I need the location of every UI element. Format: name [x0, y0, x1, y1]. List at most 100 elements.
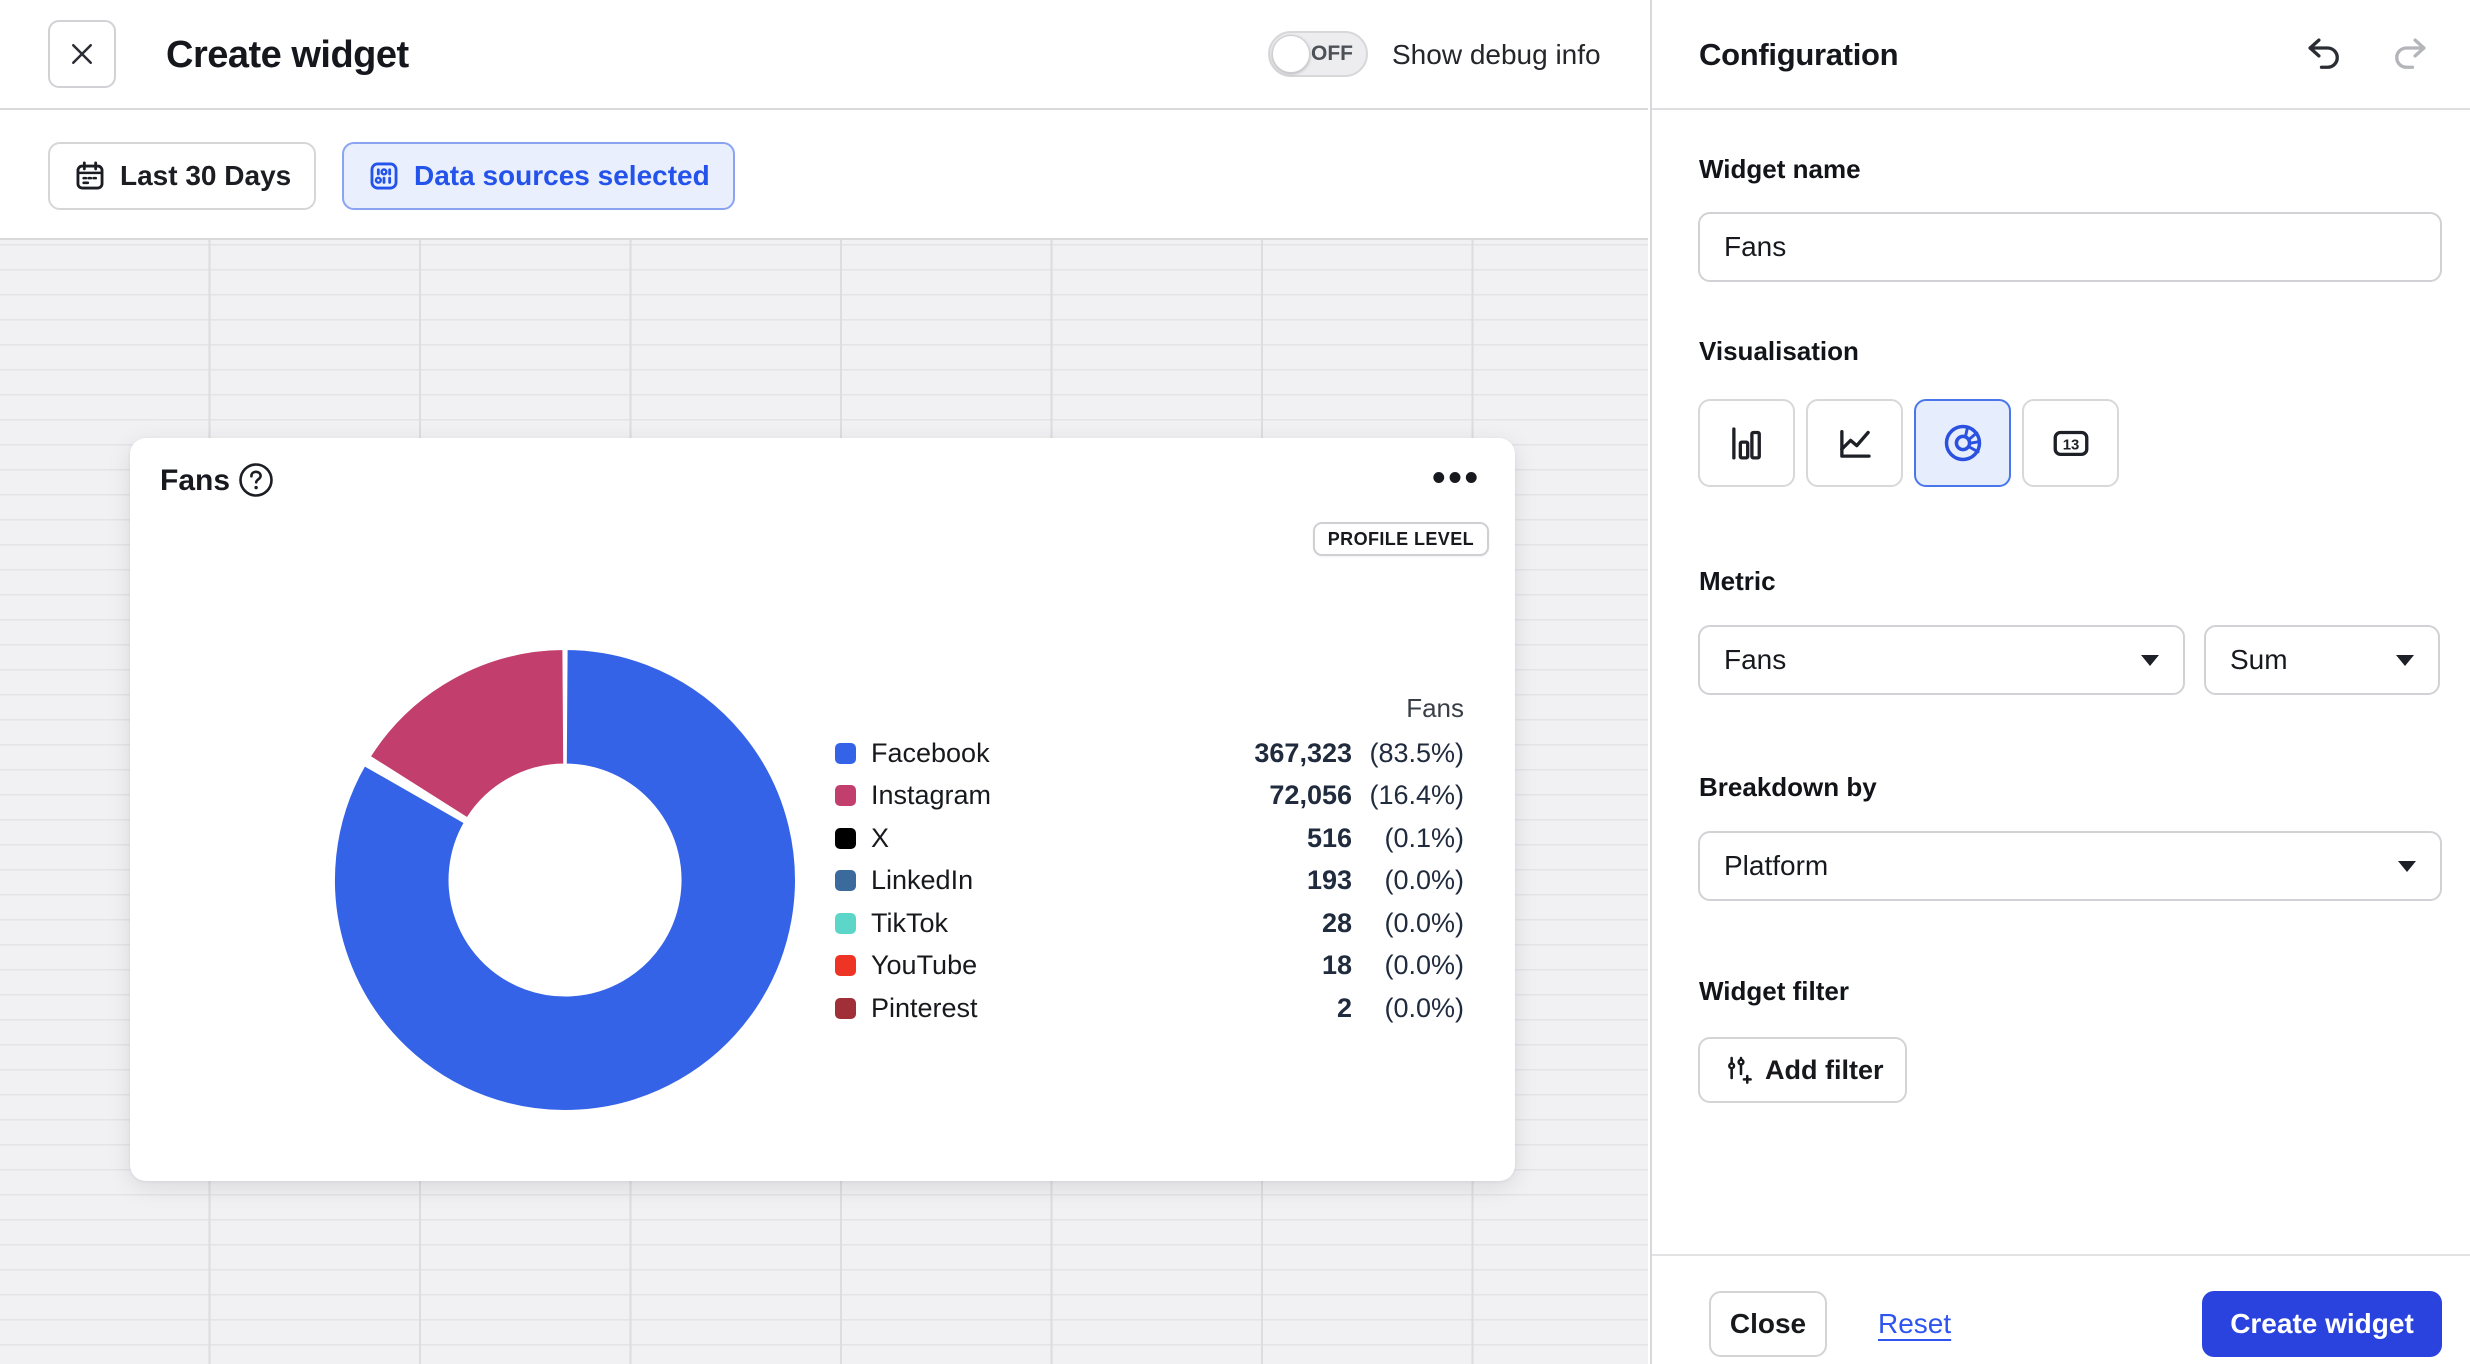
legend-value: 193 — [1307, 865, 1352, 896]
legend-value: 2 — [1337, 993, 1352, 1024]
legend-label: TikTok — [871, 908, 948, 939]
legend-color-youtube — [835, 955, 856, 976]
legend-color-linkedin — [835, 870, 856, 891]
close-dialog-button[interactable] — [48, 20, 116, 88]
add-filter-label: Add filter — [1765, 1055, 1884, 1086]
widget-name-input[interactable]: Fans — [1698, 212, 2442, 282]
legend-column-header: Fans — [835, 688, 1464, 732]
toggle-knob[interactable] — [1272, 35, 1310, 73]
viz-option-number[interactable]: 13 — [2022, 399, 2119, 487]
undo-button[interactable] — [2304, 34, 2346, 76]
toolbar: Last 30 Days Data sources selected — [0, 112, 1648, 240]
legend-value: 28 — [1322, 908, 1352, 939]
line-chart-icon — [1834, 422, 1876, 464]
debug-toggle-label: Show debug info — [1392, 0, 1601, 110]
filter-plus-icon — [1721, 1054, 1753, 1086]
redo-icon — [2388, 34, 2430, 76]
breakdown-select[interactable]: Platform — [1698, 831, 2442, 901]
configuration-title: Configuration — [1699, 0, 1898, 110]
viz-option-bar-chart[interactable] — [1698, 399, 1795, 487]
data-sources-button[interactable]: Data sources selected — [342, 142, 735, 210]
legend-label: Facebook — [871, 738, 990, 769]
header-bar: Create widget OFF Show debug info — [0, 0, 1648, 110]
widget-filter-label: Widget filter — [1699, 976, 1849, 1007]
configuration-footer: Close Reset Create widget — [1652, 1254, 2470, 1364]
chevron-down-icon — [2398, 861, 2416, 872]
legend-value: 367,323 — [1254, 738, 1352, 769]
date-range-label: Last 30 Days — [120, 160, 291, 192]
viz-option-pie-chart[interactable] — [1914, 399, 2011, 487]
number-card-icon: 13 — [2050, 422, 2092, 464]
viz-option-line-chart[interactable] — [1806, 399, 1903, 487]
dashboard-grid-canvas: Fans ••• PROFILE LEVEL Fans — [0, 240, 1648, 1364]
legend-label: LinkedIn — [871, 865, 973, 896]
close-button-label: Close — [1730, 1308, 1806, 1340]
widget-title: Fans — [160, 464, 230, 498]
metric-label: Metric — [1699, 566, 1776, 597]
legend-row-instagram[interactable]: Instagram 72,056 (16.4%) — [835, 775, 1464, 818]
close-icon — [67, 39, 97, 69]
legend-color-instagram — [835, 785, 856, 806]
donut-chart — [334, 649, 796, 1111]
legend-color-pinterest — [835, 998, 856, 1019]
legend-color-x — [835, 828, 856, 849]
create-widget-label: Create widget — [2230, 1308, 2414, 1340]
configuration-header: Configuration — [1652, 0, 2470, 110]
aggregation-select[interactable]: Sum — [2204, 625, 2440, 695]
toggle-state-label: OFF — [1311, 33, 1353, 75]
legend-row-tiktok[interactable]: TikTok 28 (0.0%) — [835, 902, 1464, 945]
legend-row-youtube[interactable]: YouTube 18 (0.0%) — [835, 945, 1464, 988]
create-widget-button[interactable]: Create widget — [2202, 1291, 2442, 1357]
legend-label: YouTube — [871, 950, 977, 981]
close-button[interactable]: Close — [1709, 1291, 1827, 1357]
page-title: Create widget — [166, 0, 409, 110]
create-widget-screen: Create widget OFF Show debug info Last 3… — [0, 0, 2470, 1364]
metric-value: Fans — [1724, 644, 1786, 676]
redo-button[interactable] — [2388, 34, 2430, 76]
help-icon[interactable] — [238, 462, 274, 498]
legend-percent: (0.0%) — [1352, 950, 1464, 981]
undo-icon — [2304, 34, 2346, 76]
widget-preview-card: Fans ••• PROFILE LEVEL Fans — [130, 438, 1515, 1181]
reset-link[interactable]: Reset — [1878, 1291, 1951, 1357]
legend-label: Instagram — [871, 780, 991, 811]
legend-label: Pinterest — [871, 993, 978, 1024]
breakdown-value: Platform — [1724, 850, 1828, 882]
legend-value: 516 — [1307, 823, 1352, 854]
legend-row-facebook[interactable]: Facebook 367,323 (83.5%) — [835, 732, 1464, 775]
legend-value: 18 — [1322, 950, 1352, 981]
chart-legend: Fans Facebook 367,323 (83.5%) Instagram … — [835, 688, 1464, 1030]
metric-select[interactable]: Fans — [1698, 625, 2185, 695]
data-sources-icon — [367, 159, 401, 193]
widget-menu-button[interactable]: ••• — [1432, 448, 1481, 508]
widget-name-label: Widget name — [1699, 154, 1861, 185]
legend-percent: (83.5%) — [1352, 738, 1464, 769]
legend-percent: (0.0%) — [1352, 993, 1464, 1024]
debug-toggle[interactable]: OFF — [1268, 31, 1368, 77]
bar-chart-icon — [1726, 422, 1768, 464]
profile-level-badge: PROFILE LEVEL — [1313, 522, 1489, 556]
legend-label: X — [871, 823, 889, 854]
data-sources-label: Data sources selected — [414, 160, 710, 192]
pie-chart-icon — [1941, 421, 1985, 465]
legend-row-x[interactable]: X 516 (0.1%) — [835, 817, 1464, 860]
legend-color-facebook — [835, 743, 856, 764]
legend-percent: (16.4%) — [1352, 780, 1464, 811]
date-range-button[interactable]: Last 30 Days — [48, 142, 316, 210]
configuration-panel: Configuration Widget name Fans Visualisa… — [1650, 0, 2470, 1364]
svg-text:13: 13 — [2062, 438, 2079, 454]
legend-percent: (0.0%) — [1352, 908, 1464, 939]
visualisation-label: Visualisation — [1699, 336, 1859, 367]
legend-color-tiktok — [835, 913, 856, 934]
toggle-track[interactable]: OFF — [1268, 31, 1368, 77]
breakdown-label: Breakdown by — [1699, 772, 1877, 803]
chevron-down-icon — [2141, 655, 2159, 666]
calendar-icon — [73, 159, 107, 193]
legend-percent: (0.0%) — [1352, 865, 1464, 896]
reset-link-label: Reset — [1878, 1308, 1951, 1339]
visualisation-options: 13 — [1698, 399, 2119, 487]
add-filter-button[interactable]: Add filter — [1698, 1037, 1907, 1103]
legend-row-pinterest[interactable]: Pinterest 2 (0.0%) — [835, 987, 1464, 1030]
widget-name-value: Fans — [1724, 231, 1786, 263]
legend-row-linkedin[interactable]: LinkedIn 193 (0.0%) — [835, 860, 1464, 903]
